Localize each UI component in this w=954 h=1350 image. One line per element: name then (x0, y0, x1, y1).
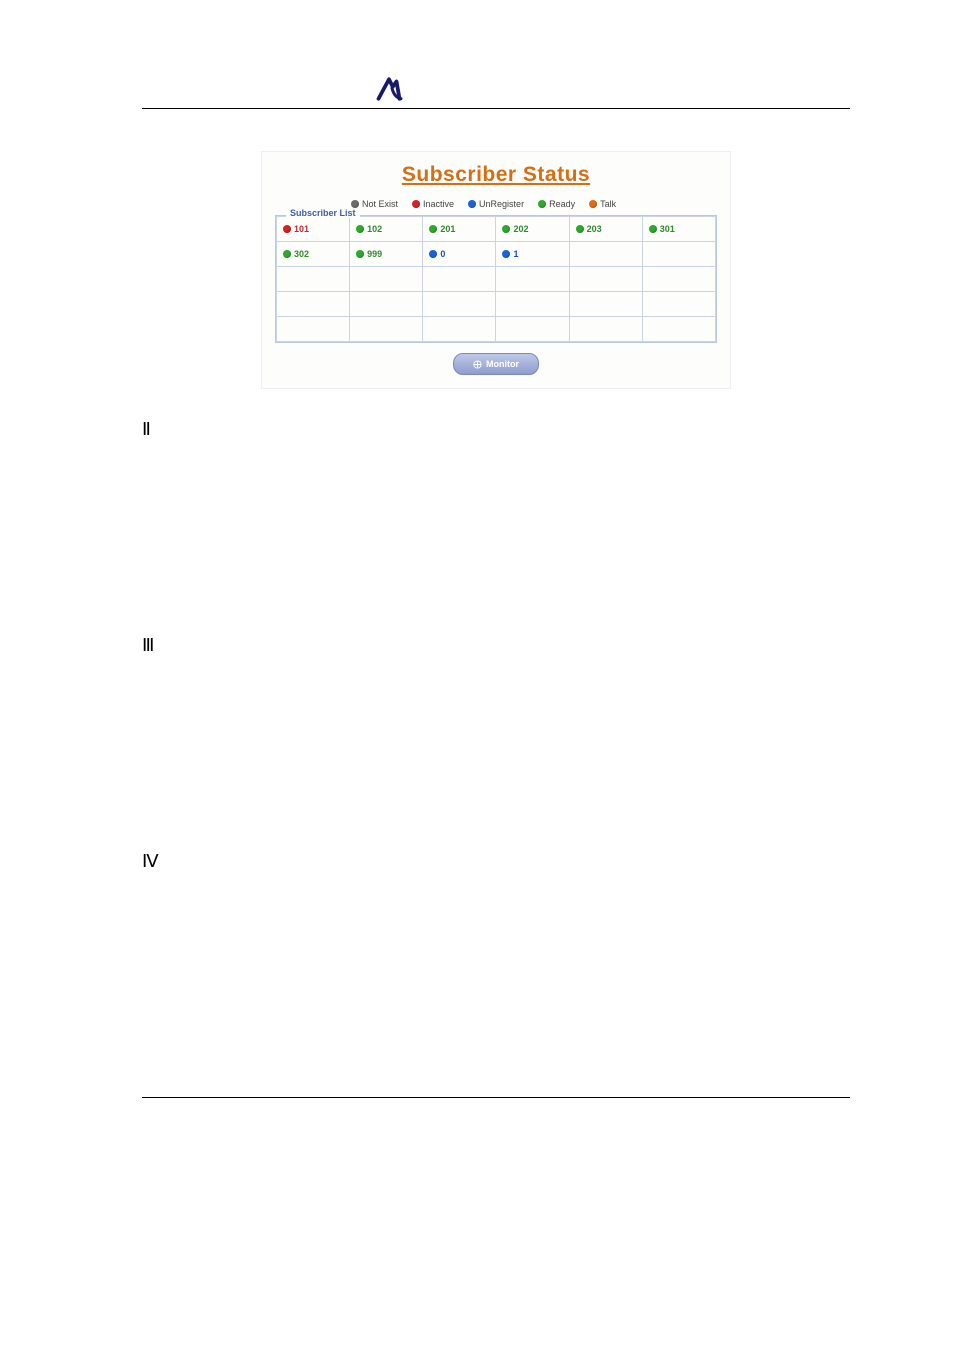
status-dot-icon (356, 225, 364, 233)
monitor-button-label: Monitor (486, 359, 519, 369)
embedded-screenshot: Subscriber Status Not Exist Inactive UnR… (261, 151, 731, 389)
legend-label: Inactive (423, 199, 454, 209)
subscriber-cell (277, 292, 350, 317)
subscriber-cell: 202 (496, 217, 569, 242)
subscriber-cell (423, 267, 496, 292)
brand-logo (374, 76, 850, 102)
table-row: 101 102 201 202 203 301 (277, 217, 716, 242)
legend-ready: Ready (538, 199, 575, 209)
subscriber-id: 201 (440, 224, 455, 234)
subscriber-id: 999 (367, 249, 382, 259)
legend-label: Not Exist (362, 199, 398, 209)
subscriber-cell (569, 317, 642, 342)
subscriber-list-box: Subscriber List 101102201202203301302999… (275, 215, 717, 343)
dot-icon (351, 200, 359, 208)
subscriber-cell (277, 317, 350, 342)
subscriber-cell: 101 (277, 217, 350, 242)
subscriber-cell: 302 (277, 242, 350, 267)
table-row (277, 267, 716, 292)
table-row (277, 317, 716, 342)
status-dot-icon (649, 225, 657, 233)
subscriber-cell (496, 292, 569, 317)
status-dot-icon (502, 225, 510, 233)
subscriber-id: 102 (367, 224, 382, 234)
table-row (277, 292, 716, 317)
subscriber-cell (642, 267, 715, 292)
subscriber-id: 203 (587, 224, 602, 234)
status-dot-icon (356, 250, 364, 258)
subscriber-cell (350, 267, 423, 292)
legend-unregister: UnRegister (468, 199, 524, 209)
status-dot-icon (576, 225, 584, 233)
subscriber-cell: 203 (569, 217, 642, 242)
subscriber-cell: 102 (350, 217, 423, 242)
legend-inactive: Inactive (412, 199, 454, 209)
subscriber-cell (496, 317, 569, 342)
legend-talk: Talk (589, 199, 616, 209)
subscriber-cell: 999 (350, 242, 423, 267)
subscriber-cell (423, 317, 496, 342)
fieldset-label: Subscriber List (286, 208, 360, 218)
dot-icon (468, 200, 476, 208)
status-dot-icon (429, 225, 437, 233)
subscriber-cell (277, 267, 350, 292)
header-divider (142, 108, 850, 109)
monitor-button[interactable]: Monitor (453, 353, 539, 375)
dot-icon (589, 200, 597, 208)
legend-label: Talk (600, 199, 616, 209)
status-dot-icon (283, 225, 291, 233)
legend-label: Ready (549, 199, 575, 209)
subscriber-cell: 1 (496, 242, 569, 267)
section-marker-4: Ⅳ (142, 851, 159, 872)
subscriber-cell (423, 292, 496, 317)
legend-label: UnRegister (479, 199, 524, 209)
section-marker-2: Ⅱ (142, 419, 151, 440)
subscriber-cell (350, 317, 423, 342)
subscriber-id: 101 (294, 224, 309, 234)
subscriber-cell: 301 (642, 217, 715, 242)
subscriber-id: 302 (294, 249, 309, 259)
status-dot-icon (502, 250, 510, 258)
monitor-icon (473, 360, 482, 369)
subscriber-cell (569, 267, 642, 292)
table-row: 302 999 0 1 (277, 242, 716, 267)
subscriber-cell (569, 292, 642, 317)
subscriber-id: 1 (513, 249, 518, 259)
subscriber-cell (642, 317, 715, 342)
subscriber-id: 0 (440, 249, 445, 259)
screenshot-title: Subscriber Status (275, 163, 717, 187)
subscriber-cell (642, 292, 715, 317)
footer-divider (142, 1097, 850, 1098)
subscriber-cell (496, 267, 569, 292)
dot-icon (412, 200, 420, 208)
subscriber-cell: 201 (423, 217, 496, 242)
subscriber-id: 202 (513, 224, 528, 234)
status-legend: Not Exist Inactive UnRegister Ready Talk (351, 199, 717, 209)
subscriber-cell: 0 (423, 242, 496, 267)
subscriber-cell (642, 242, 715, 267)
status-dot-icon (283, 250, 291, 258)
section-marker-3: Ⅲ (142, 635, 154, 656)
subscriber-table: 101 102 201 202 203 301 302 999 0 1 (276, 216, 716, 342)
subscriber-id: 301 (660, 224, 675, 234)
dot-icon (538, 200, 546, 208)
status-dot-icon (429, 250, 437, 258)
subscriber-cell (569, 242, 642, 267)
subscriber-cell (350, 292, 423, 317)
